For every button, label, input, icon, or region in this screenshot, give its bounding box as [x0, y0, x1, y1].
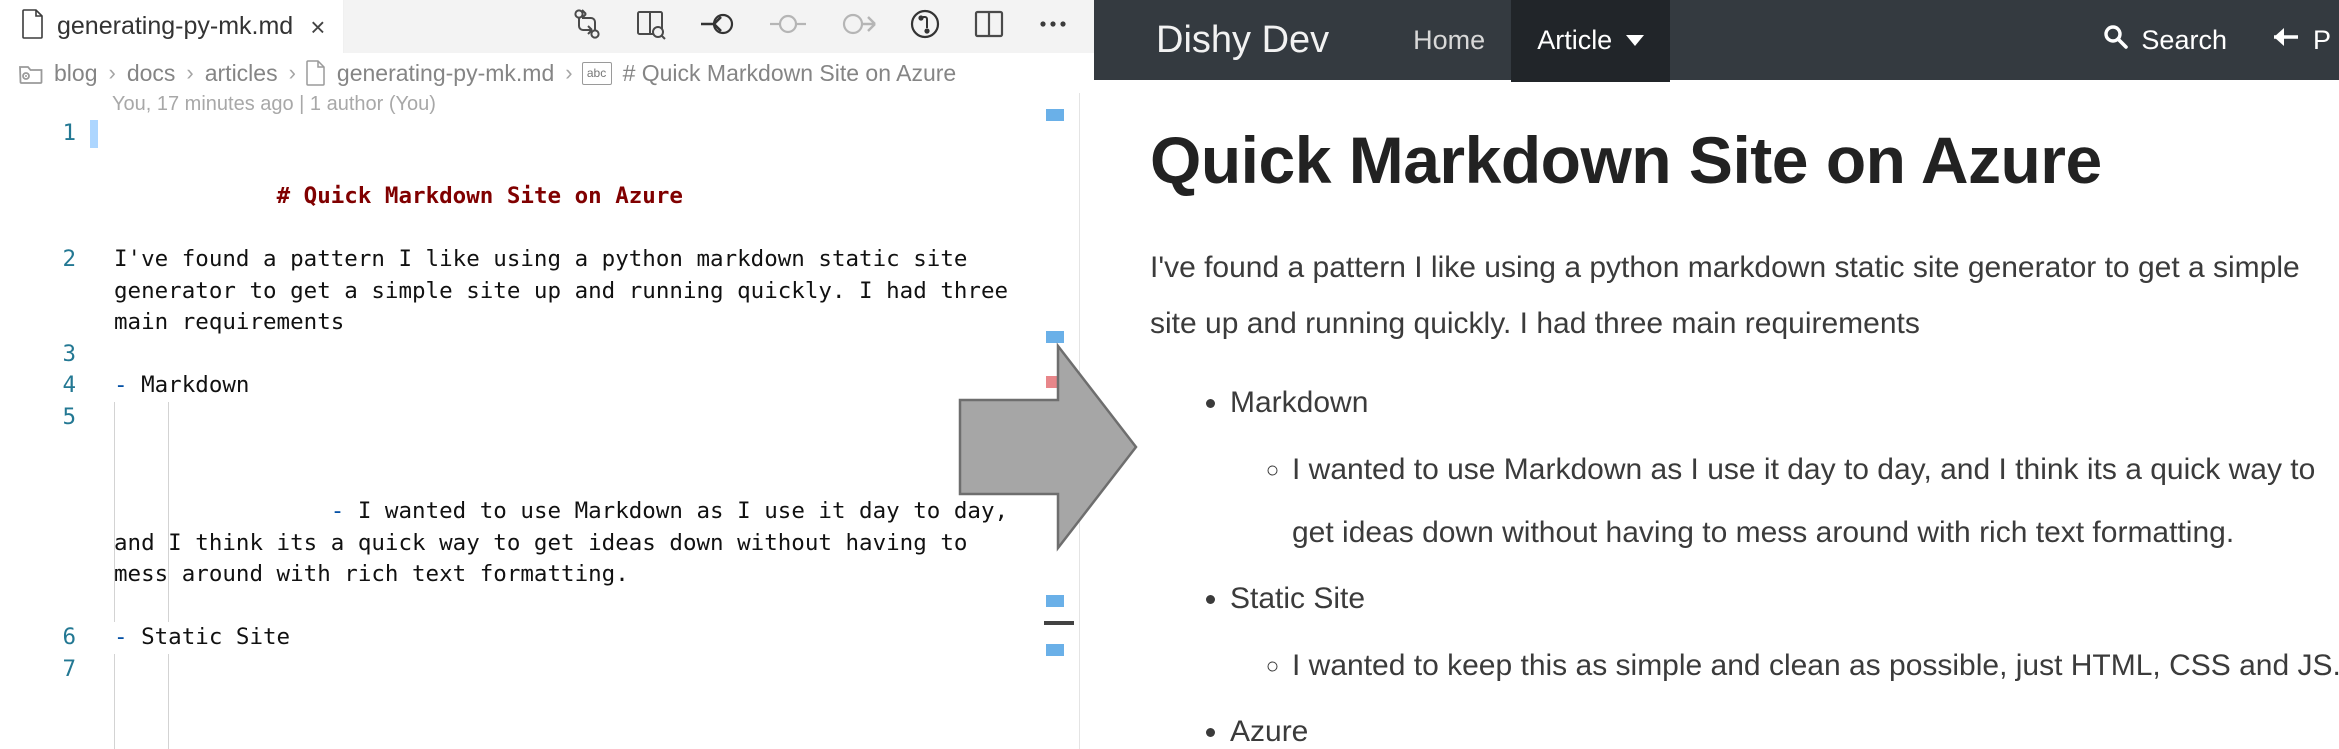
breadcrumb-separator: › — [565, 60, 573, 85]
search-icon — [2103, 24, 2129, 57]
sub-list-item: I wanted to use Markdown as I use it day… — [1292, 438, 2339, 564]
line-number: 4 — [62, 372, 76, 398]
nav-link-home[interactable]: Home — [1387, 0, 1511, 82]
breadcrumb-separator: › — [186, 60, 194, 85]
line-number: 5 — [62, 403, 76, 430]
rendered-site-pane: Dishy Dev Home Article Search P Quick Ma… — [1094, 0, 2339, 749]
line-number: 3 — [62, 340, 76, 367]
git-blame-annotation: You, 17 minutes ago | 1 author (You) — [112, 93, 436, 115]
code-lines: 1 # Quick Markdown Site on Azure 2 I've … — [0, 118, 1094, 749]
sub-list-item-text: I wanted to use Markdown as I use it day… — [1292, 453, 2316, 549]
breadcrumb-item-symbol[interactable]: # Quick Markdown Site on Azure — [621, 60, 959, 87]
close-icon[interactable]: × — [310, 14, 325, 40]
timeline-icon[interactable] — [908, 7, 942, 46]
overview-mark-added — [1046, 644, 1064, 656]
file-icon — [20, 9, 46, 44]
nav-link-article-label: Article — [1537, 24, 1613, 55]
search-button[interactable]: Search — [2103, 24, 2227, 57]
requirements-list: Markdown I wanted to use Markdown as I u… — [1150, 368, 2339, 749]
tab-strip-filler — [344, 0, 570, 53]
previous-link[interactable]: P — [2271, 24, 2339, 57]
code-line: 2 I've found a pattern I like using a py… — [0, 244, 1094, 339]
code-line: 7 - I wanted to keep this as simple and … — [0, 653, 1094, 749]
line-text: # Quick Markdown Site on Azure — [276, 183, 683, 209]
breadcrumb: blog › docs › articles › generating-py-m… — [0, 53, 1094, 93]
list-item-label: Static Site — [1230, 582, 1366, 615]
code-line: 4 -- Markdown Markdown — [0, 370, 1094, 402]
site-navbar: Dishy Dev Home Article Search P — [1094, 0, 2339, 82]
line-number: 7 — [62, 655, 76, 682]
article-content: Quick Markdown Site on Azure I've found … — [1094, 80, 2339, 749]
editor-tab-generating-py-mk[interactable]: generating-py-mk.md × — [0, 0, 345, 53]
overview-mark-added — [1046, 595, 1064, 607]
line-number: 6 — [62, 624, 76, 650]
more-actions-icon[interactable] — [1036, 8, 1070, 45]
list-item: Static Site I wanted to keep this as sim… — [1230, 564, 2339, 697]
line-content: - Static Site — [114, 624, 291, 650]
code-line: 3 — [0, 339, 1094, 371]
line-content: I've found a pattern I like using a pyth… — [114, 246, 1022, 335]
list-item: Azure I wanted to deploy the site throug… — [1230, 697, 2339, 749]
folder-icon — [18, 61, 44, 85]
code-editor-surface[interactable]: You, 17 minutes ago | 1 author (You) 1 #… — [0, 93, 1094, 749]
line-content: - I wanted to keep this as simple and cl… — [90, 653, 1019, 749]
file-icon — [305, 60, 327, 86]
open-preview-icon[interactable] — [634, 7, 668, 46]
text-cursor — [90, 120, 98, 148]
editor-tab-label: generating-py-mk.md — [57, 12, 294, 40]
chevron-down-icon — [1626, 34, 1645, 46]
list-item-label: Markdown — [1230, 386, 1369, 419]
list-item: Markdown I wanted to use Markdown as I u… — [1230, 368, 2339, 564]
breadcrumb-item-file[interactable]: generating-py-mk.md — [335, 60, 556, 87]
breadcrumb-item-docs[interactable]: docs — [125, 60, 178, 87]
breadcrumb-item-articles[interactable]: articles — [203, 60, 280, 87]
breadcrumb-separator: › — [108, 60, 116, 85]
overview-cursor-line — [1044, 621, 1074, 625]
search-label: Search — [2141, 24, 2227, 55]
go-back-icon[interactable] — [698, 8, 738, 45]
right-arrow-annotation — [958, 340, 1138, 555]
article-paragraph: I've found a pattern I like using a pyth… — [1150, 251, 2300, 340]
vscode-editor-pane: generating-py-mk.md × blog › docs › arti… — [0, 0, 1094, 749]
previous-label: P — [2312, 24, 2331, 55]
sub-list: I wanted to use Markdown as I use it day… — [1230, 438, 2339, 564]
editor-tab-strip: generating-py-mk.md × — [0, 0, 1094, 53]
code-line: 5 - I wanted to use Markdown as I use it… — [0, 401, 1094, 622]
code-line: 6 - Static Site — [0, 622, 1094, 654]
breadcrumb-separator: › — [288, 60, 296, 85]
unstaged-change-icon — [768, 8, 808, 45]
arrow-left-icon — [2271, 24, 2301, 57]
code-line: 1 # Quick Markdown Site on Azure — [0, 118, 1094, 244]
line-content: - I wanted to use Markdown as I use it d… — [90, 401, 1019, 622]
line-number: 2 — [62, 246, 76, 272]
navbar-right-group: Search P — [2103, 24, 2339, 57]
sub-list-item: I wanted to keep this as simple and clea… — [1292, 634, 2339, 697]
go-forward-icon — [838, 8, 878, 45]
sub-list: I wanted to keep this as simple and clea… — [1230, 634, 2339, 697]
list-item-label: Azure — [1230, 715, 1309, 748]
split-editor-icon[interactable] — [972, 8, 1006, 45]
line-content: # Quick Markdown Site on Azure — [90, 118, 1019, 244]
breadcrumb-item-blog[interactable]: blog — [52, 60, 99, 87]
split-diff-icon[interactable] — [570, 7, 604, 46]
nav-link-article[interactable]: Article — [1511, 0, 1671, 82]
line-number: 1 — [62, 120, 76, 146]
line-content: -- Markdown Markdown — [114, 372, 250, 398]
editor-toolbar — [570, 0, 1094, 53]
screenshot-root: generating-py-mk.md × blog › docs › arti… — [0, 0, 2339, 749]
site-brand[interactable]: Dishy Dev — [1156, 19, 1329, 62]
overview-mark-added — [1046, 109, 1064, 121]
page-title: Quick Markdown Site on Azure — [1150, 123, 2102, 197]
abc-icon: abc — [581, 61, 612, 85]
